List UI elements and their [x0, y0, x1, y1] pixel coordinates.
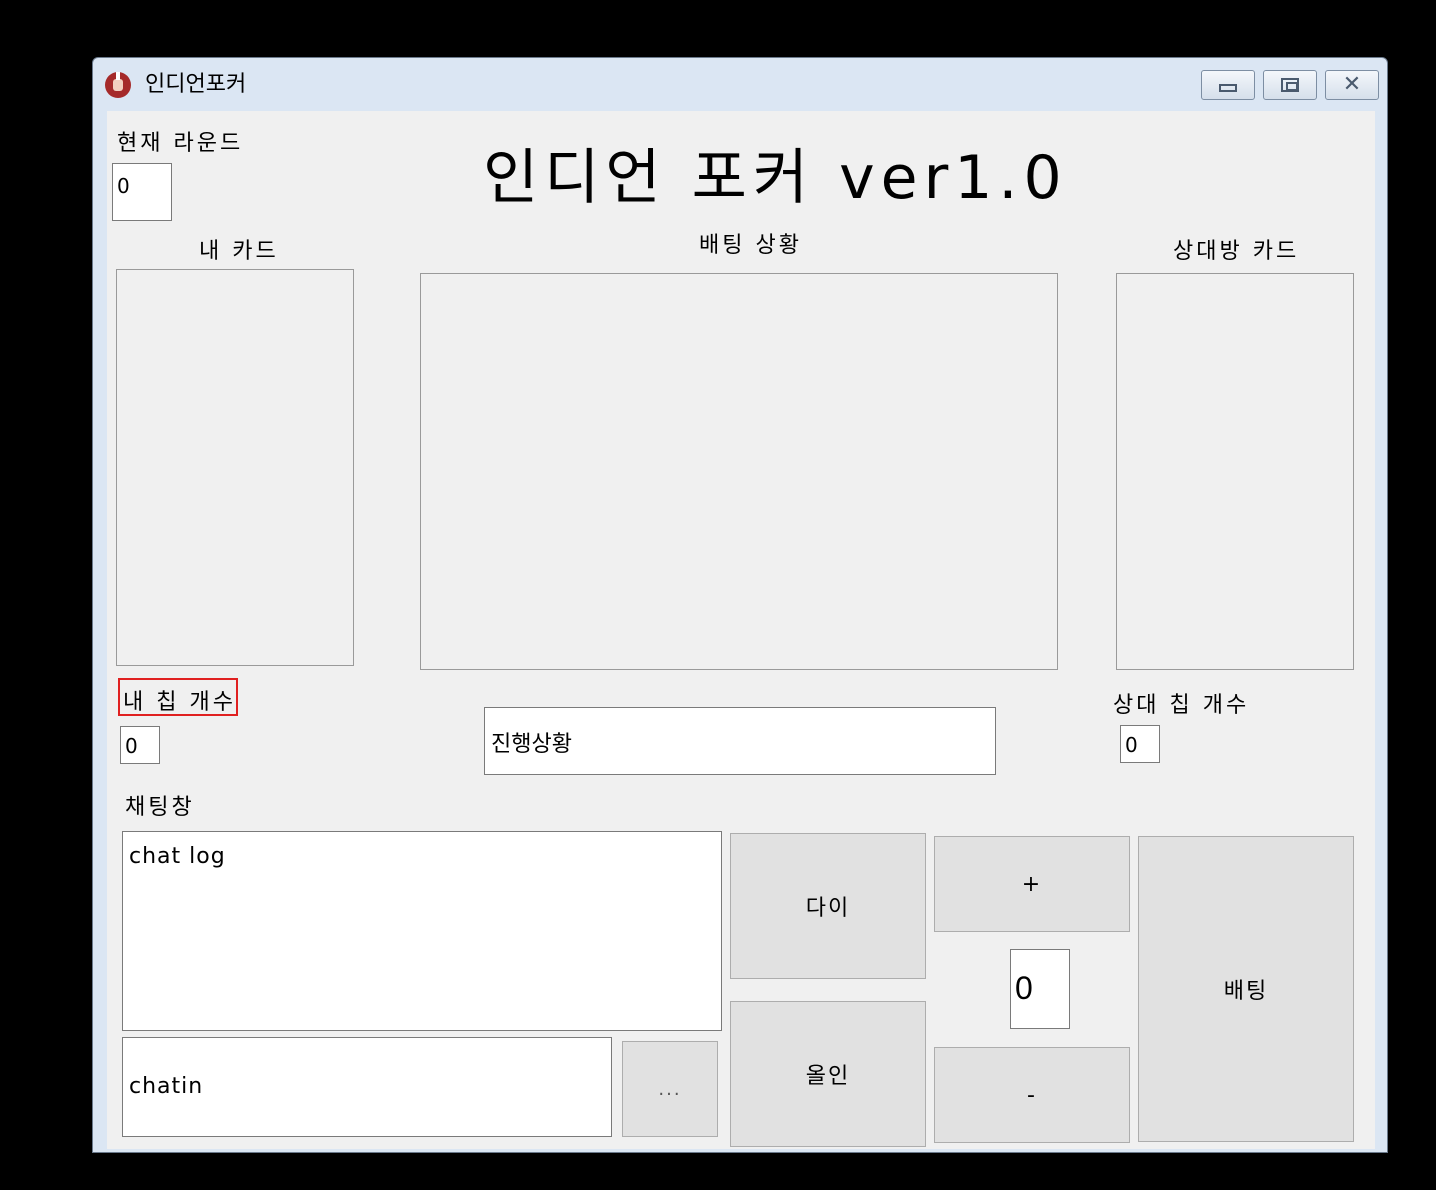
opponent-chips-value-field[interactable]: 0: [1120, 725, 1160, 763]
bet-button[interactable]: 배팅: [1138, 836, 1354, 1142]
client-area: 현재 라운드 0 인디언 포커 ver1.0 내 카드 배팅 상황 상대방 카드…: [107, 111, 1375, 1149]
allin-button[interactable]: 올인: [730, 1001, 926, 1147]
maximize-button[interactable]: [1263, 70, 1317, 100]
my-chips-value-field[interactable]: 0: [120, 726, 160, 764]
close-icon: ✕: [1342, 72, 1362, 97]
my-card-label: 내 카드: [199, 239, 279, 264]
increase-bet-button[interactable]: +: [934, 836, 1130, 932]
opponent-chips-label: 상대 칩 개수: [1113, 693, 1250, 718]
betting-status-label: 배팅 상황: [699, 233, 802, 258]
bet-amount-field[interactable]: 0: [1010, 949, 1070, 1029]
die-button[interactable]: 다이: [730, 833, 926, 979]
app-window: 인디언포커 ✕ 현재 라운드 0 인디언 포커 ver1.0 내 카드 배팅 상…: [92, 57, 1388, 1153]
decrease-bet-button[interactable]: -: [934, 1047, 1130, 1143]
chat-input-field[interactable]: chatin: [122, 1037, 612, 1137]
my-chips-label: 내 칩 개수: [118, 678, 238, 716]
window-title: 인디언포커: [145, 72, 247, 97]
chat-log-area[interactable]: chat log: [122, 831, 722, 1031]
my-card-panel: [116, 269, 354, 666]
opponent-card-panel: [1116, 273, 1354, 670]
minimize-icon: [1219, 84, 1237, 92]
round-value-field[interactable]: 0: [112, 163, 172, 221]
round-label: 현재 라운드: [117, 131, 244, 156]
page-title: 인디언 포커 ver1.0: [483, 143, 1068, 213]
app-logo-icon: [105, 72, 131, 98]
betting-status-panel: [420, 273, 1058, 670]
opponent-card-label: 상대방 카드: [1173, 239, 1300, 264]
progress-status-field[interactable]: 진행상황: [484, 707, 996, 775]
maximize-icon: [1281, 78, 1299, 92]
close-button[interactable]: ✕: [1325, 70, 1379, 100]
minimize-button[interactable]: [1201, 70, 1255, 100]
title-bar[interactable]: 인디언포커 ✕: [93, 58, 1387, 110]
chat-label: 채팅창: [125, 795, 195, 820]
chat-send-button[interactable]: ...: [622, 1041, 718, 1137]
